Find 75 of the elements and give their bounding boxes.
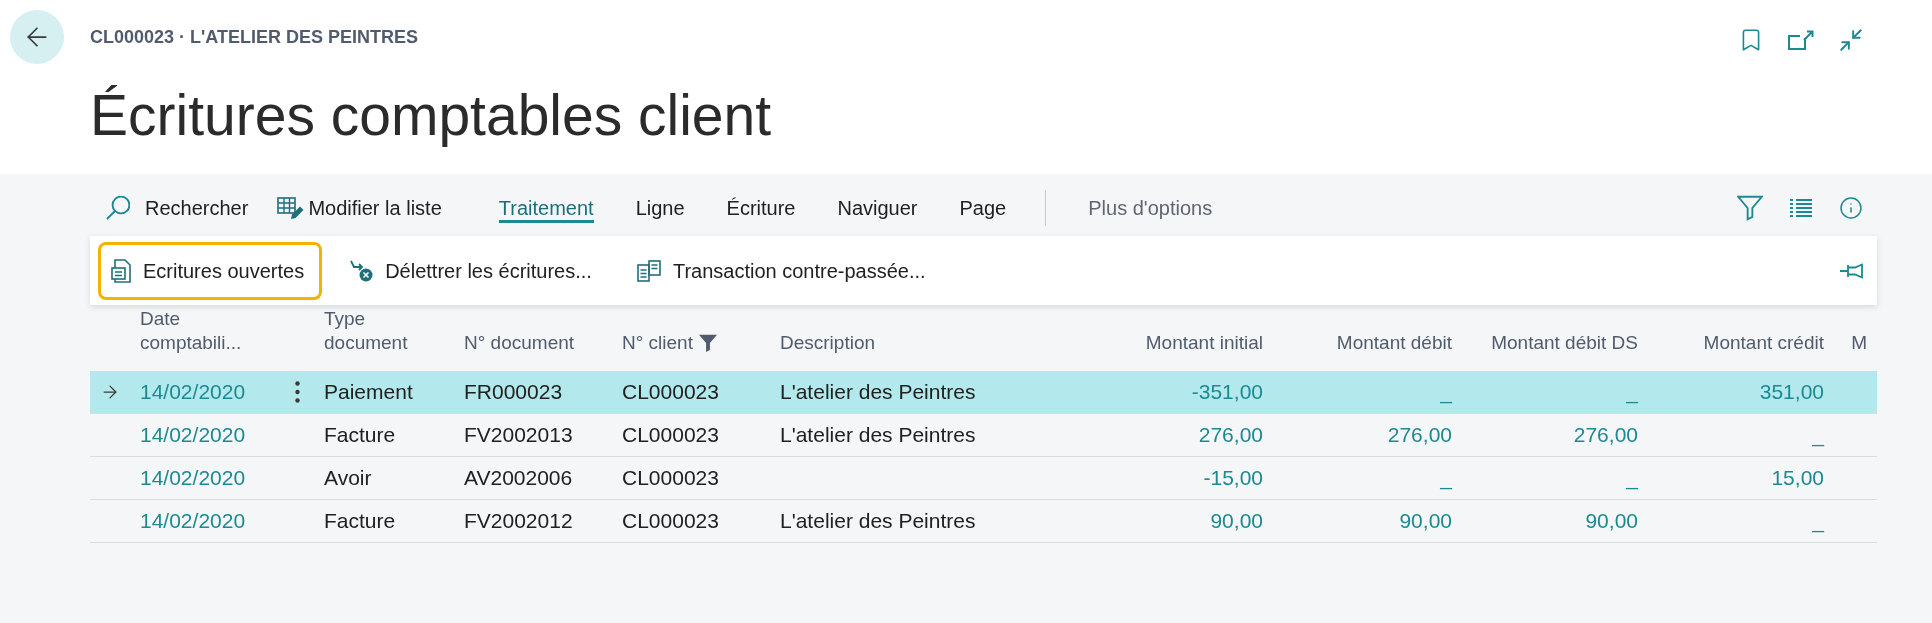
edit-list-button[interactable]: Modifier la liste	[277, 185, 442, 231]
action-button[interactable]: Ecritures ouvertes	[98, 241, 323, 300]
amount-link[interactable]: 90,00	[1585, 507, 1638, 535]
menu-tab[interactable]: Ligne	[614, 185, 706, 231]
list-view-button[interactable]	[1789, 196, 1813, 220]
amount-link[interactable]: 276,00	[1198, 421, 1263, 449]
column-header[interactable]: Montant crédit	[1703, 331, 1824, 355]
date-link[interactable]: 14/02/2020	[140, 464, 246, 492]
arrow-x-circle-icon	[349, 259, 374, 282]
table-cell-text: Avoir	[324, 465, 372, 491]
search-button[interactable]: Rechercher	[106, 185, 249, 231]
amount-link[interactable]: 276,00	[1387, 421, 1452, 449]
table-edit-icon	[277, 196, 305, 220]
table-cell-text: Facture	[324, 422, 396, 448]
table-cell-text: FR000023	[464, 379, 563, 405]
column-header[interactable]: Montant débit DS	[1491, 331, 1638, 355]
row-menu-button[interactable]	[294, 381, 300, 403]
table-cell-text: L'atelier des Peintres	[780, 422, 976, 448]
table-cell-text: FV2002013	[464, 422, 573, 448]
table-cell-text: CL000023	[622, 379, 719, 405]
date-link[interactable]: 14/02/2020	[140, 421, 246, 449]
filter-button[interactable]	[1737, 195, 1763, 221]
action-button[interactable]: Transaction contre-passée...	[623, 241, 944, 300]
document-stack-icon	[111, 258, 131, 283]
table-cell-text: Paiement	[324, 379, 413, 405]
amount-link[interactable]: 90,00	[1210, 507, 1263, 535]
column-header[interactable]: M	[1851, 331, 1867, 355]
column-header[interactable]: Type document	[324, 307, 408, 355]
menu-tab[interactable]: Traitement	[477, 185, 615, 231]
amount-link[interactable]: _	[1812, 507, 1824, 535]
popout-icon	[1788, 30, 1814, 50]
documents-icon	[636, 258, 661, 283]
table-cell-text: L'atelier des Peintres	[780, 379, 976, 405]
filter-icon	[1737, 195, 1763, 221]
table-row[interactable]: 14/02/2020 Facture FV2002013 CL000023 L'atelier des Peintres 276,00 276,00 276,00 _	[90, 414, 1877, 457]
collapse-button[interactable]	[1838, 27, 1864, 53]
column-header[interactable]: Montant initial	[1145, 331, 1263, 355]
date-link[interactable]: 14/02/2020	[140, 507, 246, 535]
amount-link[interactable]: _	[1440, 464, 1452, 492]
info-button[interactable]	[1839, 196, 1863, 220]
page-title: Écritures comptables client	[90, 82, 772, 148]
collapse-icon	[1838, 26, 1864, 54]
table-cell-text: CL000023	[622, 422, 719, 448]
menu-tab[interactable]: Naviguer	[816, 185, 939, 231]
table-cell-text: FV2002012	[464, 508, 573, 534]
info-icon	[1839, 195, 1863, 221]
back-button[interactable]	[10, 10, 64, 64]
amount-link[interactable]: -15,00	[1203, 464, 1263, 492]
menu-tab[interactable]: Page	[938, 185, 1028, 231]
amount-link[interactable]: 276,00	[1573, 421, 1638, 449]
amount-link[interactable]: _	[1812, 421, 1824, 449]
table-row[interactable]: 14/02/2020 Paiement FR000023 CL000023 L'atelier des Peintres -351,00 _ _ 351,00	[90, 371, 1877, 414]
search-icon	[106, 196, 130, 220]
amount-link[interactable]: 15,00	[1771, 464, 1824, 492]
table-cell-text: L'atelier des Peintres	[780, 508, 976, 534]
column-header[interactable]: N° client	[622, 331, 693, 355]
table-row[interactable]: 14/02/2020 Facture FV2002012 CL000023 L'atelier des Peintres 90,00 90,00 90,00 _	[90, 500, 1877, 543]
more-options-button[interactable]: Plus d'options	[1067, 185, 1234, 231]
column-header[interactable]: Description	[780, 331, 876, 355]
table-cell-text: Facture	[324, 508, 396, 534]
column-header[interactable]: Montant débit	[1336, 331, 1452, 355]
breadcrumb: CL000023 · L'ATELIER DES PEINTRES	[90, 26, 420, 49]
list-icon	[1789, 198, 1813, 218]
amount-link[interactable]: 90,00	[1399, 507, 1452, 535]
column-header[interactable]: N° document	[464, 331, 575, 355]
table-cell-text: CL000023	[622, 508, 719, 534]
table-row[interactable]: 14/02/2020 Avoir AV2002006 CL000023 -15,00 _ _ 15,00	[90, 457, 1877, 500]
table-cell-text: AV2002006	[464, 465, 573, 491]
table-cell-text: CL000023	[622, 465, 719, 491]
more-vertical-icon	[294, 381, 300, 403]
menu-tab[interactable]: Écriture	[705, 185, 817, 231]
pin-icon	[1839, 262, 1865, 279]
column-header[interactable]: Date comptabili...	[140, 307, 242, 355]
amount-link[interactable]: _	[1626, 464, 1638, 492]
action-button[interactable]: Délettrer les écritures...	[336, 241, 610, 300]
